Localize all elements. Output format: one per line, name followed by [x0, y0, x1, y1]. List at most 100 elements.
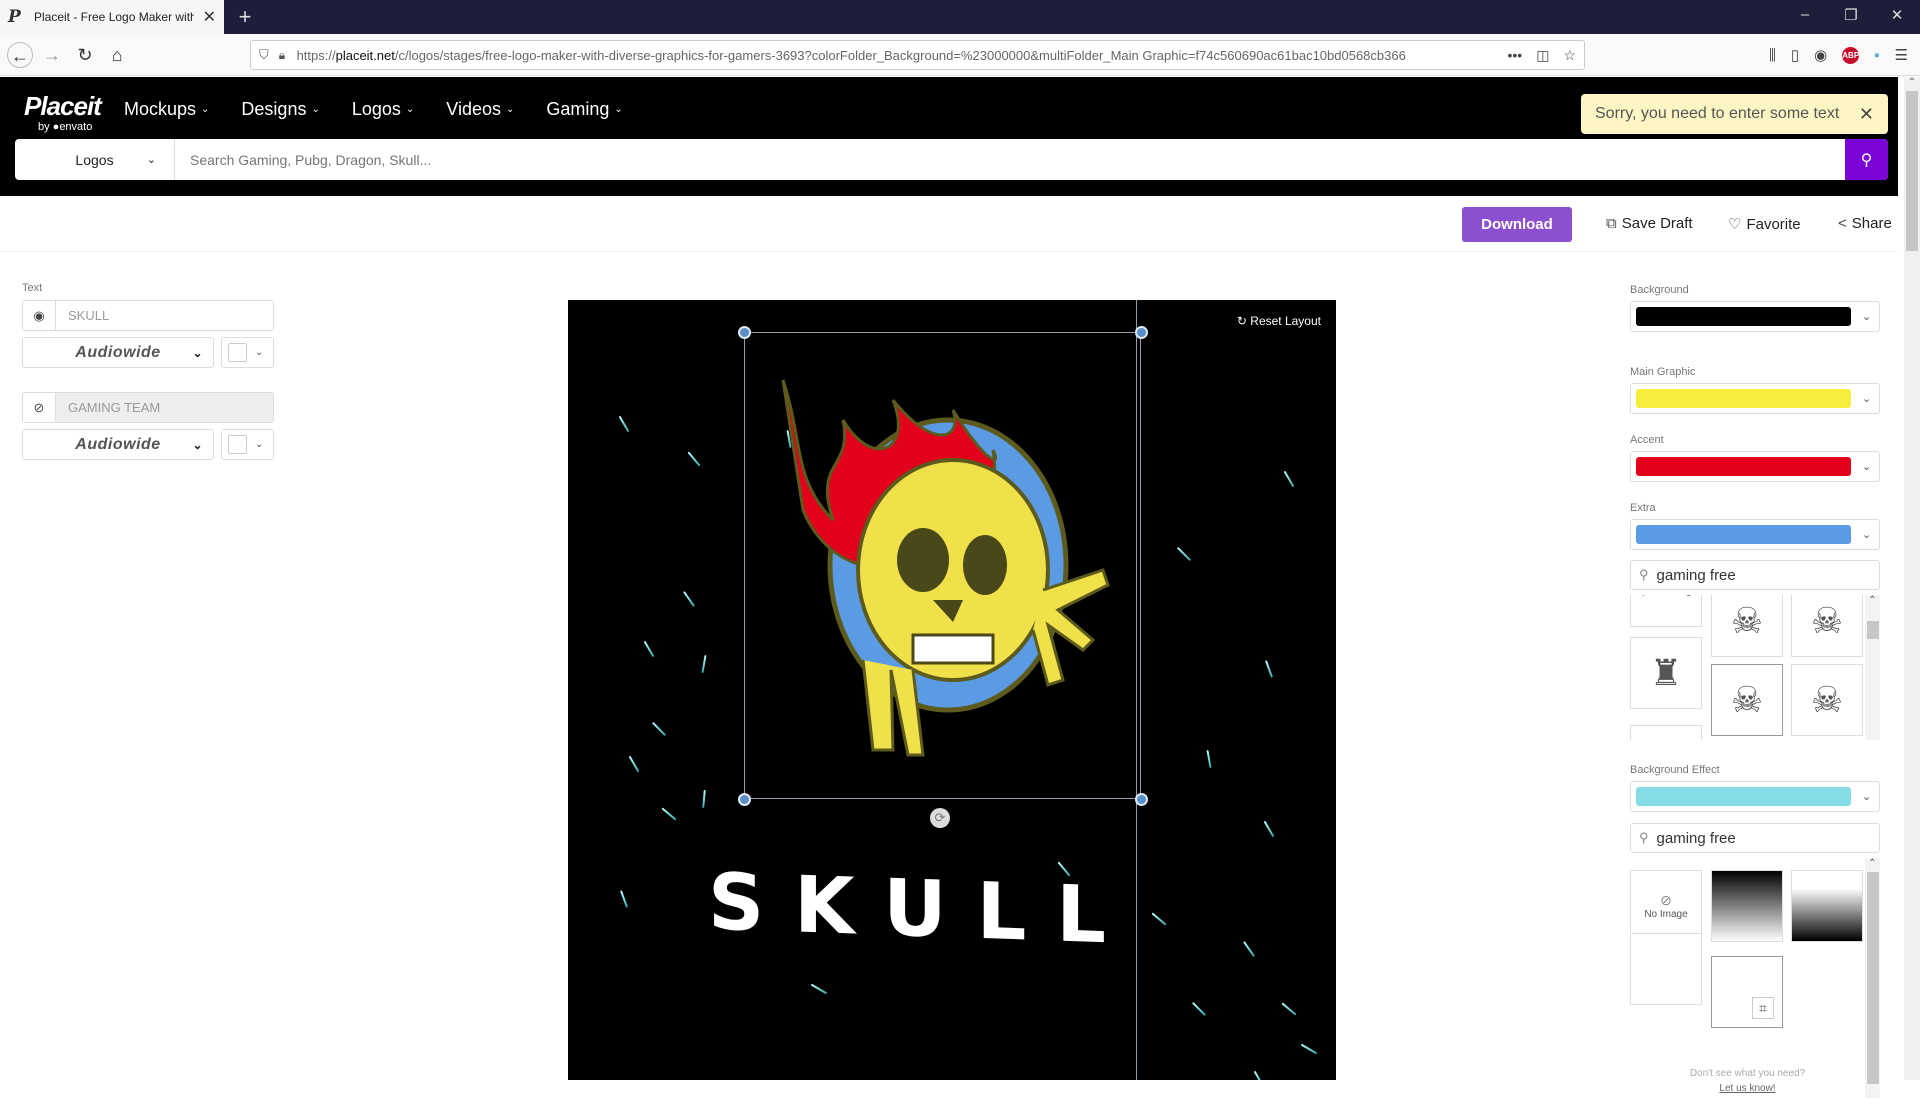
graphic-thumb-soldier[interactable]: ♜ — [1630, 637, 1702, 709]
effect-thumb-particles[interactable] — [1630, 933, 1702, 1005]
favorite-button[interactable]: ♡ Favorite — [1728, 215, 1801, 234]
text-panel: Text ◉ Audiowide⌄ ⌄ ⊘ Audiowide⌄ ⌄ — [22, 282, 274, 460]
selection-box[interactable] — [744, 332, 1141, 799]
tracking-shield-icon[interactable]: ⛉ — [259, 47, 279, 63]
browser-nav-bar: ← → ↻ ⌂ ⛉ 🔒︎ https://placeit.net/c/logos… — [0, 34, 1920, 76]
resize-handle-top-left[interactable] — [738, 326, 751, 339]
toast-close-icon[interactable]: ✕ — [1859, 104, 1874, 125]
scroll-up-icon[interactable]: ⌃ — [1865, 858, 1880, 872]
nav-designs[interactable]: Designs ⌄ — [241, 99, 319, 120]
graphic-search-input[interactable] — [1656, 566, 1857, 584]
chevron-down-icon: ⌄ — [1862, 529, 1872, 541]
pocket-icon[interactable]: ◫ — [1536, 47, 1549, 64]
effect-thumb-gradient-top[interactable] — [1711, 870, 1783, 942]
category-select[interactable]: Logos ⌄ — [15, 139, 175, 180]
resize-handle-bottom-left[interactable] — [738, 793, 751, 806]
graphic-thumb-more[interactable] — [1630, 725, 1702, 740]
search-input[interactable] — [175, 139, 1845, 180]
font-select-1[interactable]: Audiowide ⌄ — [22, 337, 214, 368]
accent-color-select[interactable]: ⌄ — [1630, 451, 1880, 482]
background-color-select[interactable]: ⌄ — [1630, 301, 1880, 332]
scrollbar-thumb[interactable] — [1906, 91, 1918, 251]
close-window-button[interactable]: ✕ — [1874, 6, 1920, 24]
reset-layout-button[interactable]: ↻ Reset Layout — [1237, 314, 1321, 328]
new-tab-button[interactable]: + — [232, 4, 258, 30]
graphic-thumb-cracked-skull[interactable]: ☠ — [1791, 664, 1863, 736]
text-color-select-2[interactable]: ⌄ — [221, 429, 274, 460]
adblock-icon[interactable]: ABP — [1842, 46, 1860, 64]
search-button[interactable]: ⚲ — [1845, 139, 1888, 180]
graphic-thumb-reaper[interactable]: ☠ — [1711, 595, 1783, 657]
reset-icon: ↻ — [1236, 314, 1251, 328]
lock-icon[interactable]: 🔒︎ — [279, 48, 297, 63]
browser-tab[interactable]: P Placeit - Free Logo Maker with Diverse… — [0, 0, 224, 34]
graphic-thumb-skull-smoke[interactable]: ☠ — [1791, 595, 1863, 657]
effect-thumb-particles-selected[interactable]: ⌗ — [1711, 956, 1783, 1028]
library-icon[interactable]: ⫼ — [1769, 47, 1776, 64]
account-icon[interactable]: ◉ — [1814, 46, 1827, 64]
crop-icon[interactable]: ⌗ — [1752, 997, 1774, 1019]
nav-videos[interactable]: Videos ⌄ — [446, 99, 514, 120]
color-swatch — [228, 435, 247, 454]
extension-icon[interactable]: ▪ — [1874, 47, 1879, 64]
particle-spark — [1283, 470, 1295, 488]
resize-handle-top-right[interactable] — [1135, 326, 1148, 339]
effect-thumb-gradient-bottom[interactable] — [1791, 870, 1863, 942]
url-text[interactable]: https://placeit.net/c/logos/stages/free-… — [297, 48, 1498, 63]
rotate-handle-icon[interactable]: ⟳ — [930, 808, 950, 828]
download-button[interactable]: Download — [1462, 207, 1572, 242]
graphic-gallery-scrollbar[interactable]: ⌃ — [1865, 595, 1880, 740]
scroll-up-icon[interactable]: ⌃ — [1865, 595, 1880, 609]
main-graphic-color-select[interactable]: ⌄ — [1630, 383, 1880, 414]
text-input-1[interactable] — [56, 301, 273, 330]
back-button[interactable]: ← — [7, 42, 33, 68]
share-button[interactable]: < Share — [1838, 215, 1892, 232]
eye-off-icon[interactable]: ⊘ — [23, 393, 56, 422]
reload-button[interactable]: ↻ — [72, 42, 98, 68]
placeit-logo[interactable]: Placeit by ●envato — [24, 91, 102, 133]
upload-image-thumb[interactable]: Upload Image — [1630, 595, 1702, 627]
nav-logos[interactable]: Logos ⌄ — [352, 99, 414, 120]
canvas-title-text[interactable]: SKULL — [708, 857, 1148, 962]
no-image-thumb[interactable]: ⊘ No Image — [1630, 870, 1702, 942]
page-scrollbar[interactable]: ⌃ — [1904, 77, 1920, 1080]
minimize-button[interactable]: – — [1782, 6, 1828, 23]
background-color-label: Background — [1630, 284, 1689, 296]
extra-color-select[interactable]: ⌄ — [1630, 519, 1880, 550]
resize-handle-bottom-right[interactable] — [1135, 793, 1148, 806]
particle-spark — [643, 640, 655, 658]
font-select-2[interactable]: Audiowide ⌄ — [22, 429, 214, 460]
chevron-down-icon: ⌄ — [311, 104, 320, 115]
let-us-know-link[interactable]: Let us know! — [1630, 1083, 1865, 1094]
forward-button[interactable]: → — [39, 42, 65, 68]
design-canvas[interactable]: ⟳ SKULL ↻ Reset Layout — [568, 300, 1336, 1080]
text-color-select-1[interactable]: ⌄ — [221, 337, 274, 368]
effect-search-input[interactable] — [1656, 829, 1857, 847]
text-input-2[interactable] — [56, 393, 273, 422]
url-bar[interactable]: ⛉ 🔒︎ https://placeit.net/c/logos/stages/… — [250, 40, 1585, 70]
chevron-down-icon: ⌄ — [1862, 311, 1872, 323]
particle-spark — [1281, 1002, 1297, 1016]
background-effect-color-select[interactable]: ⌄ — [1630, 781, 1880, 812]
home-button[interactable]: ⌂ — [104, 42, 130, 68]
nav-gaming[interactable]: Gaming ⌄ — [546, 99, 622, 120]
search-icon: ⚲ — [1639, 830, 1649, 845]
graphic-search-field: ⚲ — [1630, 560, 1880, 590]
scroll-up-icon[interactable]: ⌃ — [1904, 77, 1920, 91]
restore-button[interactable]: ❐ — [1828, 6, 1874, 24]
color-bar — [1636, 389, 1851, 408]
graphic-thumb-flaming-skull[interactable]: ☠ — [1711, 664, 1783, 736]
bookmark-star-icon[interactable]: ☆ — [1563, 47, 1576, 64]
eye-icon[interactable]: ◉ — [23, 301, 56, 330]
save-draft-button[interactable]: ⧉ Save Draft — [1606, 215, 1693, 232]
particle-spark — [619, 890, 629, 908]
particle-spark — [618, 415, 630, 433]
main-nav: Mockups ⌄ Designs ⌄ Logos ⌄ Videos ⌄ Gaming ⌄ — [124, 99, 623, 120]
effect-gallery-scrollbar[interactable]: ⌃ — [1865, 858, 1880, 1098]
nav-mockups[interactable]: Mockups ⌄ — [124, 99, 209, 120]
tab-close-icon[interactable]: ✕ — [203, 7, 216, 27]
menu-icon[interactable]: ☰ — [1895, 46, 1908, 64]
particle-spark — [683, 591, 695, 607]
page-actions-icon[interactable]: ••• — [1507, 47, 1522, 64]
sidebar-icon[interactable]: ▯ — [1791, 46, 1799, 64]
